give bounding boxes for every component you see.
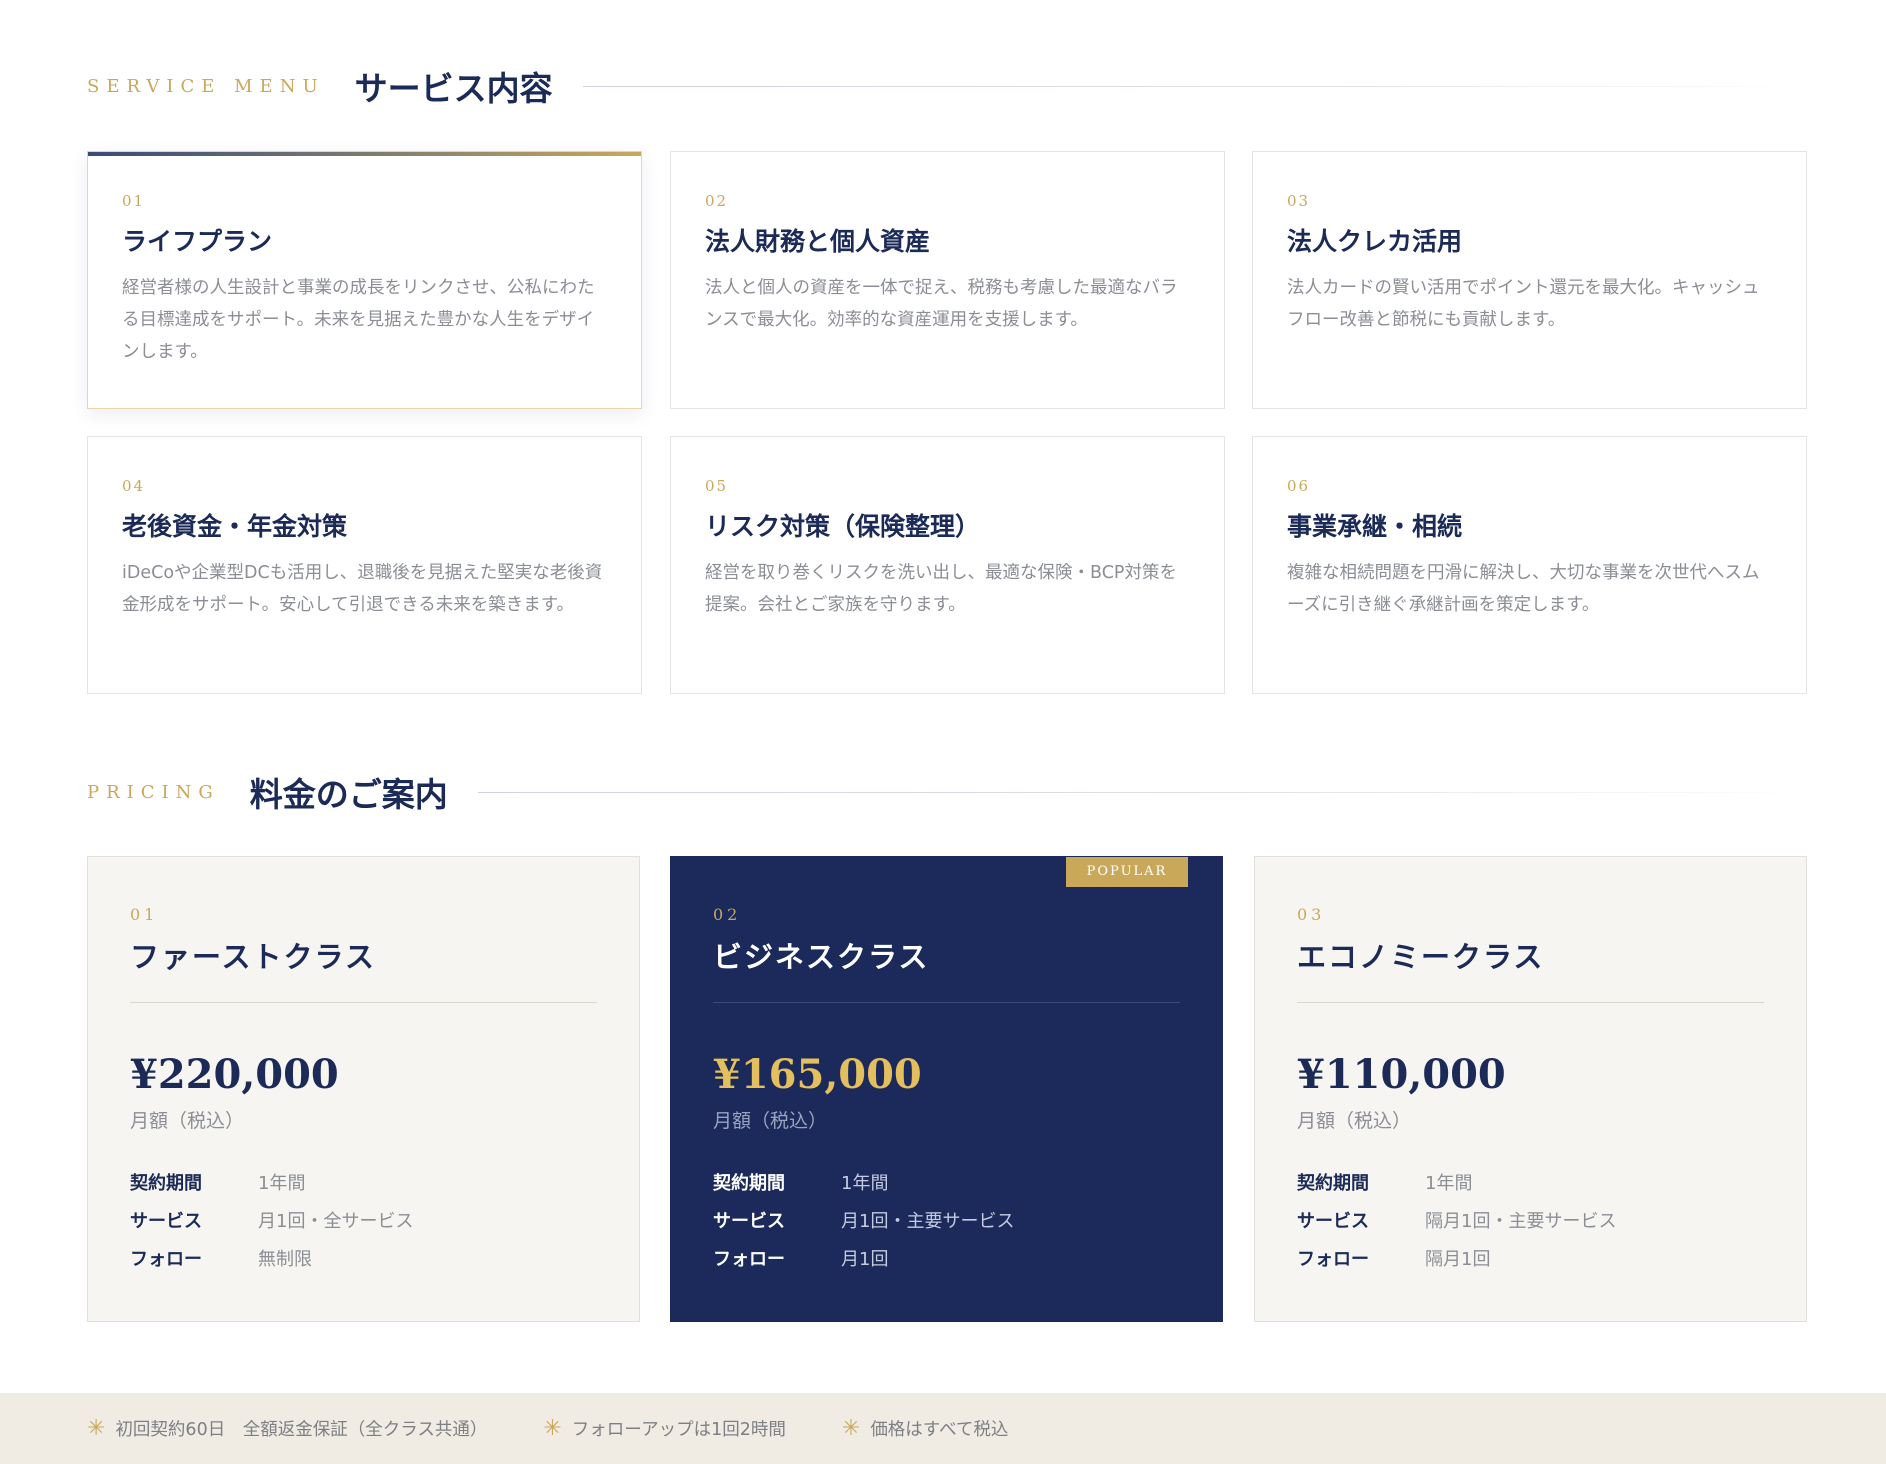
- pricing-notes-bar: ✳ 初回契約60日 全額返金保証（全クラス共通） ✳ フォローアップは1回2時間 ✳…: [0, 1393, 1886, 1464]
- plan-number: 03: [1297, 905, 1326, 924]
- pricing-section-header: PRICING 料金のご案内: [87, 768, 1807, 816]
- detail-key: 契約期間: [130, 1173, 202, 1194]
- plan-detail-row: 契約期間 1年間: [1297, 1163, 1764, 1201]
- service-description: 法人カードの賢い活用でポイント還元を最大化。キャッシュフロー改善と節税にも貢献し…: [1287, 278, 1760, 330]
- plan-card-business-class[interactable]: POPULAR 02 ビジネスクラス ¥165,000 月額（税込） 契約期間 1…: [670, 856, 1223, 1322]
- service-section-header: SERVICE MENU サービス内容: [87, 62, 1807, 110]
- note-item: ✳ 初回契約60日 全額返金保証（全クラス共通）: [87, 1416, 487, 1441]
- service-title: 事業承継・相続: [1287, 512, 1463, 541]
- note-item: ✳ フォローアップは1回2時間: [543, 1416, 786, 1441]
- service-description: 経営者様の人生設計と事業の成長をリンクさせ、公私にわたる目標達成をサポート。未来…: [122, 278, 595, 362]
- plan-number: 02: [713, 905, 742, 924]
- detail-key: 契約期間: [713, 1173, 785, 1194]
- detail-value: 無制限: [258, 1249, 312, 1270]
- service-card-lifeplan[interactable]: 01 ライフプラン 経営者様の人生設計と事業の成長をリンクさせ、公私にわたる目標…: [87, 151, 642, 409]
- service-number: 06: [1287, 477, 1311, 495]
- service-title: 老後資金・年金対策: [122, 512, 348, 541]
- service-card-succession[interactable]: 06 事業承継・相続 複雑な相続問題を円滑に解決し、大切な事業を次世代へスムーズ…: [1252, 436, 1807, 694]
- detail-key: フォロー: [130, 1249, 202, 1270]
- detail-key: サービス: [130, 1211, 202, 1232]
- detail-value: 1年間: [841, 1173, 889, 1194]
- detail-key: フォロー: [1297, 1249, 1369, 1270]
- section-en-label: SERVICE MENU: [87, 75, 325, 97]
- plan-detail-row: 契約期間 1年間: [130, 1163, 597, 1201]
- plan-title: ビジネスクラス: [713, 940, 930, 974]
- plan-details: 契約期間 1年間 サービス 月1回・全サービス フォロー 無制限: [130, 1163, 597, 1277]
- detail-value: 隔月1回・主要サービス: [1425, 1211, 1617, 1232]
- detail-value: 月1回・主要サービス: [841, 1211, 1015, 1232]
- note-text: フォローアップは1回2時間: [571, 1420, 786, 1440]
- detail-key: サービス: [1297, 1211, 1369, 1232]
- service-title: リスク対策（保険整理）: [705, 512, 981, 541]
- plan-divider: [1297, 1002, 1764, 1003]
- section-en-label: PRICING: [87, 781, 220, 803]
- plan-card-economy-class[interactable]: 03 エコノミークラス ¥110,000 月額（税込） 契約期間 1年間 サービス…: [1254, 856, 1807, 1322]
- plan-card-first-class[interactable]: 01 ファーストクラス ¥220,000 月額（税込） 契約期間 1年間 サービス…: [87, 856, 640, 1322]
- service-number: 05: [705, 477, 729, 495]
- plan-detail-row: フォロー 無制限: [130, 1239, 597, 1277]
- note-text: 初回契約60日 全額返金保証（全クラス共通）: [115, 1420, 488, 1440]
- detail-value: 1年間: [1425, 1173, 1473, 1194]
- detail-key: サービス: [713, 1211, 785, 1232]
- service-description: iDeCoや企業型DCも活用し、退職後を見据えた堅実な老後資金形成をサポート。安…: [122, 563, 603, 615]
- service-card-corporate-finance[interactable]: 02 法人財務と個人資産 法人と個人の資産を一体で捉え、税務も考慮した最適なバラ…: [670, 151, 1225, 409]
- plan-price: ¥110,000: [1297, 1051, 1506, 1098]
- service-number: 03: [1287, 192, 1311, 210]
- service-description: 法人と個人の資産を一体で捉え、税務も考慮した最適なバランスで最大化。効率的な資産…: [705, 278, 1178, 330]
- plan-detail-row: フォロー 月1回: [713, 1239, 1180, 1277]
- asterisk-icon: ✳: [543, 1416, 562, 1441]
- service-description: 複雑な相続問題を円滑に解決し、大切な事業を次世代へスムーズに引き継ぐ承継計画を策…: [1287, 563, 1760, 615]
- plan-title: ファーストクラス: [130, 940, 376, 974]
- section-divider: [582, 85, 1807, 87]
- service-card-corporate-card[interactable]: 03 法人クレカ活用 法人カードの賢い活用でポイント還元を最大化。キャッシュフロ…: [1252, 151, 1807, 409]
- service-card-retirement[interactable]: 04 老後資金・年金対策 iDeCoや企業型DCも活用し、退職後を見据えた堅実な…: [87, 436, 642, 694]
- section-title: サービス内容: [354, 69, 553, 108]
- detail-value: 1年間: [258, 1173, 306, 1194]
- note-text: 価格はすべて税込: [870, 1420, 1009, 1440]
- plan-detail-row: サービス 隔月1回・主要サービス: [1297, 1201, 1764, 1239]
- plan-price-unit: 月額（税込）: [1297, 1110, 1412, 1132]
- plan-detail-row: サービス 月1回・全サービス: [130, 1201, 597, 1239]
- service-title: 法人クレカ活用: [1287, 227, 1463, 256]
- detail-value: 月1回・全サービス: [258, 1211, 414, 1232]
- section-divider: [477, 791, 1807, 793]
- service-title: ライフプラン: [122, 227, 273, 256]
- plan-divider: [130, 1002, 597, 1003]
- detail-key: 契約期間: [1297, 1173, 1369, 1194]
- plan-details: 契約期間 1年間 サービス 隔月1回・主要サービス フォロー 隔月1回: [1297, 1163, 1764, 1277]
- detail-value: 月1回: [841, 1249, 889, 1270]
- plan-title: エコノミークラス: [1297, 940, 1545, 974]
- asterisk-icon: ✳: [87, 1416, 106, 1441]
- service-number: 01: [122, 192, 146, 210]
- note-item: ✳ 価格はすべて税込: [842, 1416, 1009, 1441]
- plan-price: ¥165,000: [713, 1051, 922, 1098]
- plan-detail-row: サービス 月1回・主要サービス: [713, 1201, 1180, 1239]
- service-number: 04: [122, 477, 146, 495]
- popular-badge: POPULAR: [1066, 857, 1188, 887]
- plan-details: 契約期間 1年間 サービス 月1回・主要サービス フォロー 月1回: [713, 1163, 1180, 1277]
- plan-divider: [713, 1002, 1180, 1003]
- service-number: 02: [705, 192, 729, 210]
- plan-detail-row: 契約期間 1年間: [713, 1163, 1180, 1201]
- service-card-risk[interactable]: 05 リスク対策（保険整理） 経営を取り巻くリスクを洗い出し、最適な保険・BCP…: [670, 436, 1225, 694]
- asterisk-icon: ✳: [841, 1416, 861, 1441]
- section-title: 料金のご案内: [249, 775, 448, 814]
- plan-price-unit: 月額（税込）: [713, 1110, 828, 1132]
- plan-number: 01: [130, 905, 159, 924]
- plan-detail-row: フォロー 隔月1回: [1297, 1239, 1764, 1277]
- detail-key: フォロー: [713, 1249, 785, 1270]
- service-title: 法人財務と個人資産: [705, 227, 931, 256]
- detail-value: 隔月1回: [1425, 1249, 1491, 1270]
- service-description: 経営を取り巻くリスクを洗い出し、最適な保険・BCP対策を提案。会社とご家族を守り…: [705, 563, 1177, 615]
- plan-price: ¥220,000: [130, 1051, 339, 1098]
- plan-price-unit: 月額（税込）: [130, 1110, 245, 1132]
